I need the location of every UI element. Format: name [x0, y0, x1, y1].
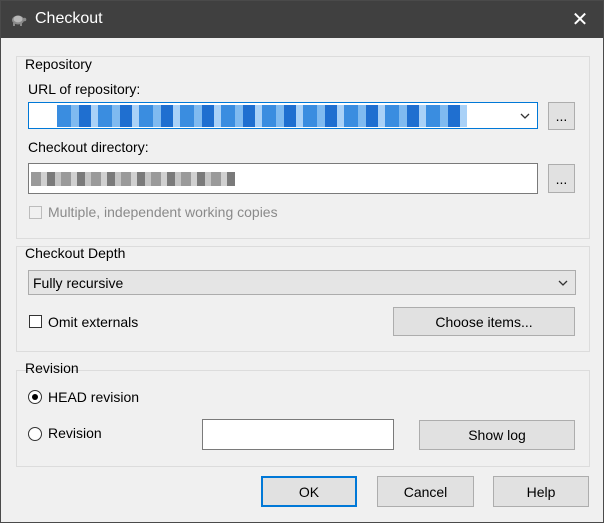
revision-radio[interactable]: [28, 427, 42, 441]
show-log-button[interactable]: Show log: [419, 420, 575, 450]
omit-externals-checkbox[interactable]: [29, 315, 42, 328]
head-revision-radio[interactable]: [28, 390, 42, 404]
close-button[interactable]: ✕: [557, 1, 603, 38]
cancel-button[interactable]: Cancel: [377, 476, 474, 507]
multiple-copies-checkbox[interactable]: [29, 206, 42, 219]
title-bar: Checkout ✕: [1, 1, 603, 38]
close-icon: ✕: [571, 9, 589, 31]
revision-number-field[interactable]: [202, 419, 394, 450]
dir-browse-button[interactable]: ...: [548, 164, 575, 193]
omit-externals-label: Omit externals: [48, 314, 139, 330]
head-revision-label: HEAD revision: [48, 389, 140, 405]
choose-items-button[interactable]: Choose items...: [393, 307, 575, 336]
window-title: Checkout: [35, 10, 103, 27]
depth-selected-value: Fully recursive: [33, 275, 124, 291]
dir-redacted: [31, 172, 235, 186]
radio-selected-dot: [32, 394, 38, 400]
tortoise-icon: [12, 15, 27, 26]
chevron-down-icon: [558, 280, 568, 286]
depth-group: [16, 246, 590, 352]
depth-select[interactable]: Fully recursive: [28, 270, 576, 295]
revision-legend: Revision: [25, 360, 79, 376]
checkout-dialog: Checkout ✕ Repository URL of repository:…: [0, 0, 604, 523]
checkout-directory-field[interactable]: [28, 163, 538, 194]
url-label: URL of repository:: [28, 81, 141, 97]
help-button[interactable]: Help: [493, 476, 589, 507]
depth-legend: Checkout Depth: [25, 245, 126, 261]
url-combobox[interactable]: [28, 102, 538, 129]
chevron-down-icon[interactable]: [519, 110, 531, 122]
url-browse-button[interactable]: ...: [548, 102, 575, 130]
url-redacted: [57, 105, 467, 127]
ok-button[interactable]: OK: [261, 476, 357, 507]
multiple-copies-label: Multiple, independent working copies: [48, 204, 278, 220]
dir-label: Checkout directory:: [28, 139, 149, 155]
repository-legend: Repository: [25, 56, 92, 72]
revision-radio-label: Revision: [48, 425, 102, 441]
